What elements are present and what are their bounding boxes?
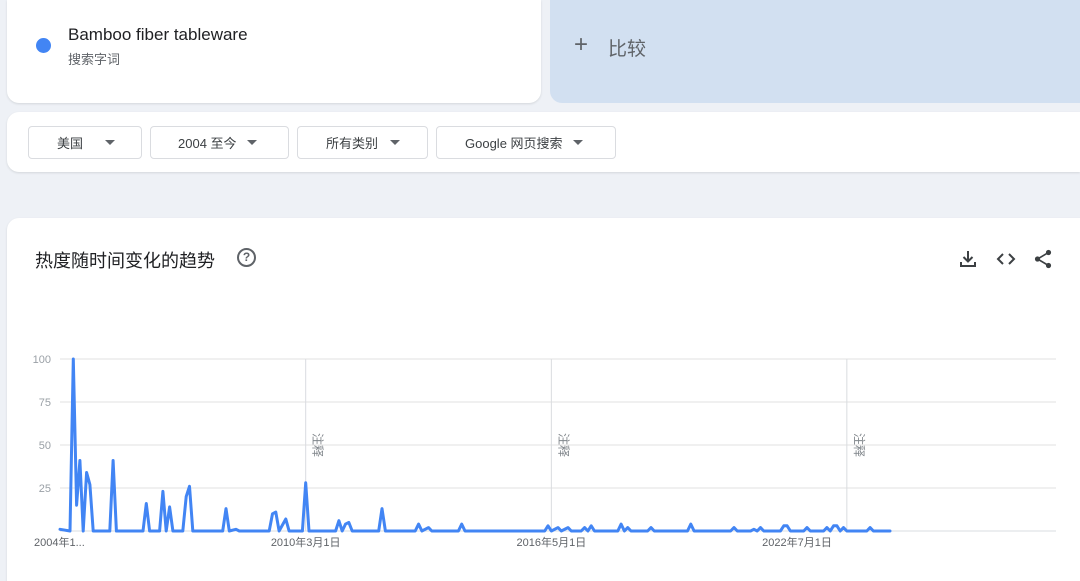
- filter-bar: 美国 2004 至今 所有类别 Google 网页搜索: [7, 112, 1080, 172]
- y-tick-label: 75: [39, 397, 51, 409]
- filter-region-label: 美国: [57, 136, 84, 151]
- trend-line-chart: 25 50 75 100 注释 注释 注释 2004年1... 2010年3月1日 2016年5月…: [33, 354, 1056, 549]
- x-tick-label: 2010年3月1日: [271, 535, 341, 549]
- x-tick-label: 2016年5月1日: [517, 535, 587, 549]
- search-term-type: 搜索字词: [68, 52, 121, 67]
- filter-search-type[interactable]: Google 网页搜索: [436, 126, 616, 159]
- annotation-label: 注释: [852, 433, 867, 457]
- chevron-down-icon: [390, 140, 401, 145]
- chevron-down-icon: [105, 140, 116, 145]
- search-term-card[interactable]: Bamboo fiber tableware 搜索字词: [7, 0, 541, 103]
- annotation-label: 注释: [556, 433, 571, 457]
- filter-category-label: 所有类别: [326, 136, 379, 151]
- search-term-title[interactable]: Bamboo fiber tableware: [68, 25, 248, 45]
- plus-icon: +: [574, 31, 589, 58]
- y-tick-label: 50: [39, 440, 51, 452]
- filter-time-label: 2004 至今: [178, 136, 237, 151]
- chevron-down-icon: [246, 140, 257, 145]
- chevron-down-icon: [572, 140, 583, 145]
- annotation-label: 注释: [311, 433, 326, 457]
- interest-over-time-card: 热度随时间变化的趋势 ? 25 50 75 100 注释 注释 注释 2004年1... 201…: [7, 218, 1080, 581]
- filter-search-type-label: Google 网页搜索: [465, 136, 563, 151]
- filter-time-range[interactable]: 2004 至今: [150, 126, 289, 159]
- compare-label: 比较: [608, 39, 647, 60]
- y-tick-label: 100: [33, 354, 51, 366]
- x-tick-label: 2022年7月1日: [762, 535, 832, 549]
- filter-region[interactable]: 美国: [28, 126, 142, 159]
- x-tick-label: 2004年1...: [34, 535, 85, 549]
- term-color-dot: [36, 38, 51, 53]
- compare-button[interactable]: + 比较: [550, 0, 1080, 103]
- filter-category[interactable]: 所有类别: [297, 126, 428, 159]
- y-tick-label: 25: [39, 483, 51, 495]
